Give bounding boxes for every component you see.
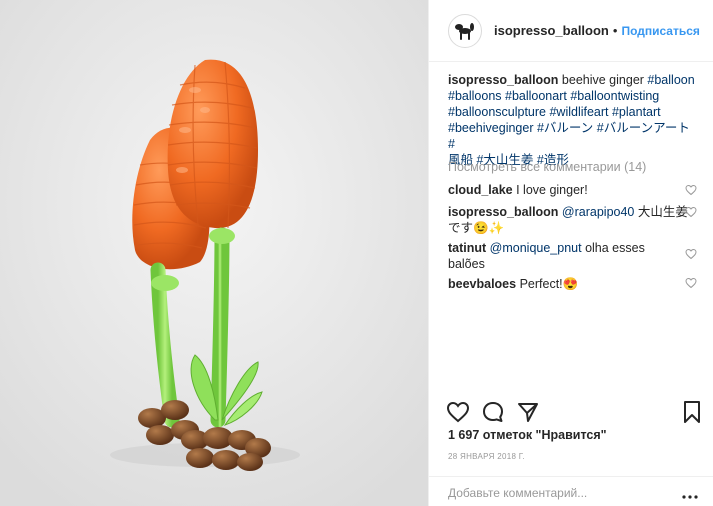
post-header: isopresso_balloon • Подписаться: [429, 0, 713, 62]
comment-text: Perfect!😍: [516, 277, 579, 291]
balloon-ginger-image: [0, 0, 428, 506]
bookmark-icon[interactable]: [681, 400, 703, 424]
comment-like-heart-icon[interactable]: [685, 184, 697, 196]
comment-username[interactable]: beevbaloes: [448, 277, 516, 291]
front-flower-head: [167, 59, 258, 229]
post-caption: isopresso_balloon beehive ginger #balloo…: [448, 72, 700, 168]
comment-item: tatinut @monique_pnut olha esses balões: [448, 240, 688, 272]
add-comment-bar: [429, 476, 713, 506]
comment-like-heart-icon[interactable]: [685, 206, 697, 218]
add-comment-input[interactable]: [448, 486, 668, 500]
post-side-panel: isopresso_balloon • Подписаться isopress…: [428, 0, 713, 506]
comment-username[interactable]: cloud_lake: [448, 183, 513, 197]
comment-like-heart-icon[interactable]: [685, 277, 697, 289]
comment-username[interactable]: tatinut: [448, 241, 486, 255]
comment-text: olha esses: [581, 241, 645, 255]
comment-mention[interactable]: @monique_pnut: [486, 241, 582, 255]
likes-count[interactable]: 1 697 отметок "Нравится": [448, 428, 607, 442]
comment-username[interactable]: isopresso_balloon: [448, 205, 558, 219]
balloon-dog-avatar-icon[interactable]: [448, 13, 482, 48]
comment-item: cloud_lake I love ginger!: [448, 182, 688, 198]
comment-item: isopresso_balloon @rarapipo40 大山生姜 です😉✨: [448, 204, 688, 236]
caption-text: beehive ginger: [558, 73, 648, 87]
comment-bubble-icon[interactable]: [481, 400, 505, 424]
post-photo[interactable]: [0, 0, 428, 506]
hashtag-line[interactable]: #beehiveginger #バルーン #バルーンアート #: [448, 121, 690, 151]
view-all-comments-link[interactable]: Посмотреть все комментарии (14): [448, 160, 646, 174]
comment-like-heart-icon[interactable]: [685, 248, 697, 260]
comment-text: balões: [448, 257, 485, 271]
comment-text: I love ginger!: [512, 183, 588, 197]
comment-mention[interactable]: @rarapipo40: [558, 205, 634, 219]
heart-icon[interactable]: [446, 400, 470, 424]
hashtag-link[interactable]: #balloon: [647, 73, 694, 87]
comment-item: beevbaloes Perfect!😍: [448, 276, 688, 292]
hashtag-line[interactable]: #balloonsculpture #wildlifeart #plantart: [448, 105, 661, 119]
caption-username[interactable]: isopresso_balloon: [448, 73, 558, 87]
follow-button[interactable]: Подписаться: [621, 24, 699, 38]
hashtag-line[interactable]: #balloons #balloonart #balloontwisting: [448, 89, 659, 103]
post-username[interactable]: isopresso_balloon: [494, 23, 609, 38]
separator-dot: •: [612, 23, 618, 38]
post-date: 28 ЯНВАРЯ 2018 Г.: [448, 452, 525, 461]
post-actions: [446, 400, 704, 424]
comment-text: 大山生姜: [634, 205, 688, 219]
more-options-icon[interactable]: [682, 487, 698, 505]
share-arrow-icon[interactable]: [516, 400, 540, 424]
comment-text: です😉✨: [448, 221, 505, 235]
